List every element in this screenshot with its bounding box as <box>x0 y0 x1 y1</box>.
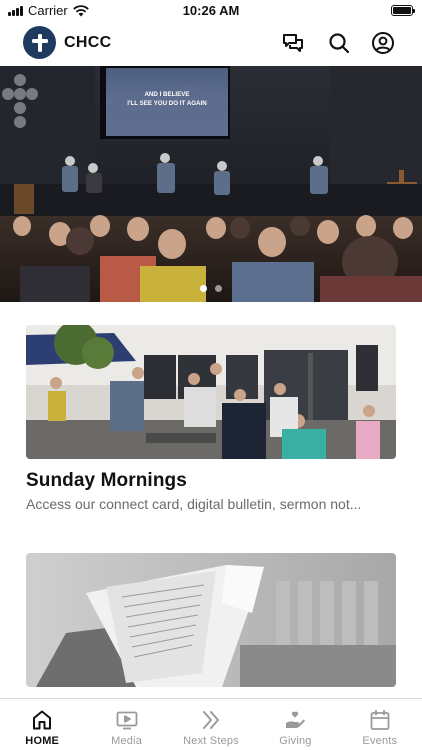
slide-line-2: I'LL SEE YOU DO IT AGAIN <box>127 100 207 107</box>
tab-events[interactable]: Events <box>338 699 422 750</box>
carousel-dots <box>0 285 422 292</box>
giving-icon <box>286 711 306 728</box>
bible-card[interactable] <box>26 553 396 698</box>
patio-gathering-image <box>26 325 396 459</box>
media-icon <box>116 711 138 730</box>
tab-label: Giving <box>279 735 312 747</box>
sunday-mornings-card[interactable]: Sunday Mornings Access our connect card,… <box>26 325 396 512</box>
bottom-tab-bar: HOME Media Next Steps Giving Events <box>0 698 422 750</box>
church-logo[interactable] <box>23 26 56 59</box>
tab-home[interactable]: HOME <box>0 699 84 750</box>
events-icon <box>370 709 390 730</box>
carousel-dot-1[interactable] <box>200 285 207 292</box>
cross-icon <box>31 33 48 52</box>
tab-label: Media <box>111 735 143 747</box>
tab-label: Events <box>362 735 398 747</box>
status-bar: Carrier 10:26 AM <box>0 0 422 22</box>
status-time: 10:26 AM <box>182 3 240 18</box>
tab-giving[interactable]: Giving <box>253 699 337 750</box>
battery-icon <box>391 5 415 16</box>
tab-label: Next Steps <box>183 735 239 747</box>
slide-line-1: AND I BELIEVE <box>144 91 189 98</box>
home-icon <box>33 710 52 730</box>
chat-icon[interactable] <box>281 31 305 55</box>
tab-media[interactable]: Media <box>84 699 168 750</box>
carousel-dot-2[interactable] <box>215 285 222 292</box>
search-icon[interactable] <box>327 31 351 55</box>
open-bible-image <box>26 553 396 687</box>
card-title: Sunday Mornings <box>26 470 187 491</box>
profile-icon[interactable] <box>371 31 395 55</box>
next-steps-icon <box>203 711 220 729</box>
card-image <box>26 325 396 459</box>
card-image <box>26 553 396 687</box>
hero-carousel[interactable]: AND I BELIEVE I'LL SEE YOU DO IT AGAIN <box>0 66 422 302</box>
tab-label: HOME <box>25 735 60 747</box>
app-header: CHCC <box>0 22 422 66</box>
app-title: CHCC <box>64 34 112 51</box>
card-subtitle: Access our connect card, digital bulleti… <box>26 496 362 512</box>
worship-stage-image: AND I BELIEVE I'LL SEE YOU DO IT AGAIN <box>0 66 422 302</box>
tab-next-steps[interactable]: Next Steps <box>169 699 253 750</box>
